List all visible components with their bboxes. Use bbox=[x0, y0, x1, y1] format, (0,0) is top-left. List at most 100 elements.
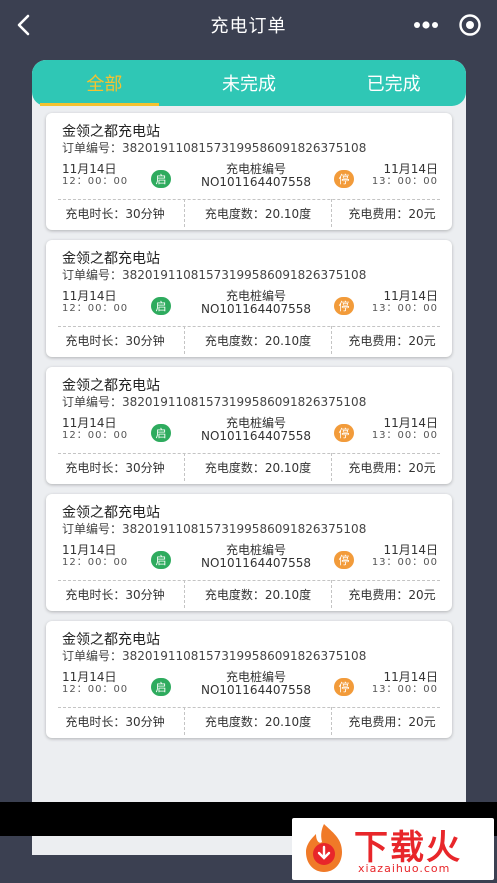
order-stats: 充电时长：30分钟 充电度数：20.10度 充电费用：20元 bbox=[46, 326, 452, 354]
tab-incomplete[interactable]: 未完成 bbox=[177, 60, 322, 106]
order-number: 订单编号：38201911081573199586091826375108 bbox=[62, 139, 366, 156]
end-date: 11月14日 bbox=[383, 289, 438, 303]
target-close-icon bbox=[459, 14, 481, 36]
nav-bar: 充电订单 bbox=[0, 0, 497, 50]
pile-number: NO101164407558 bbox=[200, 683, 312, 697]
charge-fee: 充电费用：20元 bbox=[348, 587, 436, 602]
end-clock: 13：00：00 bbox=[371, 684, 438, 695]
order-number-value: 38201911081573199586091826375108 bbox=[122, 522, 367, 536]
pile-number: NO101164407558 bbox=[200, 175, 312, 189]
start-time: 11月14日 12：00：00 bbox=[62, 290, 128, 315]
start-badge: 启 bbox=[151, 551, 171, 569]
charge-kwh: 充电度数：20.10度 bbox=[184, 707, 332, 735]
charging-pile: 充电桩编号 NO101164407558 bbox=[176, 671, 336, 697]
close-button[interactable] bbox=[453, 9, 487, 41]
start-clock: 12：00：00 bbox=[62, 684, 129, 695]
end-date: 11月14日 bbox=[383, 162, 438, 176]
pile-number: NO101164407558 bbox=[200, 556, 312, 570]
charge-kwh: 充电度数：20.10度 bbox=[184, 453, 332, 481]
start-clock: 12：00：00 bbox=[62, 430, 129, 441]
charge-duration: 充电时长：30分钟 bbox=[65, 333, 165, 348]
charge-duration: 充电时长：30分钟 bbox=[65, 206, 165, 221]
end-date: 11月14日 bbox=[383, 416, 438, 430]
end-time: 11月14日 13：00：00 bbox=[372, 163, 438, 188]
station-name: 金领之都充电站 bbox=[62, 378, 160, 394]
order-number-label: 订单编号： bbox=[62, 141, 123, 155]
start-badge: 启 bbox=[151, 424, 171, 442]
watermark-url: xiazaihuo.com bbox=[358, 862, 451, 875]
start-time: 11月14日 12：00：00 bbox=[62, 544, 128, 569]
charge-kwh: 充电度数：20.10度 bbox=[184, 199, 332, 227]
stop-badge: 停 bbox=[334, 678, 354, 696]
charging-pile: 充电桩编号 NO101164407558 bbox=[176, 290, 336, 316]
order-number-value: 38201911081573199586091826375108 bbox=[122, 268, 367, 282]
stop-badge: 停 bbox=[334, 551, 354, 569]
order-number-value: 38201911081573199586091826375108 bbox=[122, 395, 367, 409]
order-number: 订单编号：38201911081573199586091826375108 bbox=[62, 393, 366, 410]
start-date: 11月14日 bbox=[62, 416, 117, 430]
order-stats: 充电时长：30分钟 充电度数：20.10度 充电费用：20元 bbox=[46, 199, 452, 227]
order-number-label: 订单编号： bbox=[62, 522, 123, 536]
start-date: 11月14日 bbox=[62, 289, 117, 303]
charge-fee: 充电费用：20元 bbox=[348, 333, 436, 348]
charge-fee: 充电费用：20元 bbox=[348, 460, 436, 475]
order-stats: 充电时长：30分钟 充电度数：20.10度 充电费用：20元 bbox=[46, 707, 452, 735]
order-card[interactable]: 金领之都充电站 订单编号：382019110815731995860918263… bbox=[46, 494, 452, 611]
order-number-label: 订单编号： bbox=[62, 649, 123, 663]
mini-program-capsule bbox=[409, 9, 487, 41]
end-clock: 13：00：00 bbox=[371, 430, 438, 441]
start-badge: 启 bbox=[151, 678, 171, 696]
charging-pile: 充电桩编号 NO101164407558 bbox=[176, 163, 336, 189]
start-badge: 启 bbox=[151, 297, 171, 315]
stop-badge: 停 bbox=[334, 170, 354, 188]
station-name: 金领之都充电站 bbox=[62, 632, 160, 648]
station-name: 金领之都充电站 bbox=[62, 505, 160, 521]
order-tabs: 全部 未完成 已完成 bbox=[32, 60, 466, 106]
charge-kwh: 充电度数：20.10度 bbox=[184, 580, 332, 608]
start-time: 11月14日 12：00：00 bbox=[62, 417, 128, 442]
pile-number: NO101164407558 bbox=[200, 302, 312, 316]
order-number: 订单编号：38201911081573199586091826375108 bbox=[62, 647, 366, 664]
order-card[interactable]: 金领之都充电站 订单编号：382019110815731995860918263… bbox=[46, 113, 452, 230]
start-time: 11月14日 12：00：00 bbox=[62, 671, 128, 696]
watermark: 下载火 xiazaihuo.com bbox=[292, 818, 494, 880]
order-card[interactable]: 金领之都充电站 订单编号：382019110815731995860918263… bbox=[46, 240, 452, 357]
station-name: 金领之都充电站 bbox=[62, 124, 160, 140]
order-card[interactable]: 金领之都充电站 订单编号：382019110815731995860918263… bbox=[46, 621, 452, 738]
order-number: 订单编号：38201911081573199586091826375108 bbox=[62, 520, 366, 537]
start-badge: 启 bbox=[151, 170, 171, 188]
flame-download-icon bbox=[306, 824, 342, 872]
station-name: 金领之都充电站 bbox=[62, 251, 160, 267]
end-date: 11月14日 bbox=[383, 543, 438, 557]
end-time: 11月14日 13：00：00 bbox=[372, 290, 438, 315]
charge-fee: 充电费用：20元 bbox=[348, 714, 436, 729]
charging-pile: 充电桩编号 NO101164407558 bbox=[176, 544, 336, 570]
end-time: 11月14日 13：00：00 bbox=[372, 544, 438, 569]
order-stats: 充电时长：30分钟 充电度数：20.10度 充电费用：20元 bbox=[46, 453, 452, 481]
order-number-label: 订单编号： bbox=[62, 268, 123, 282]
pile-number: NO101164407558 bbox=[200, 429, 312, 443]
order-card[interactable]: 金领之都充电站 订单编号：382019110815731995860918263… bbox=[46, 367, 452, 484]
tab-all[interactable]: 全部 bbox=[32, 60, 177, 106]
end-clock: 13：00：00 bbox=[371, 176, 438, 187]
order-number-value: 38201911081573199586091826375108 bbox=[122, 649, 367, 663]
stop-badge: 停 bbox=[334, 297, 354, 315]
start-time: 11月14日 12：00：00 bbox=[62, 163, 128, 188]
start-clock: 12：00：00 bbox=[62, 303, 129, 314]
charge-kwh: 充电度数：20.10度 bbox=[184, 326, 332, 354]
order-number-value: 38201911081573199586091826375108 bbox=[122, 141, 367, 155]
end-time: 11月14日 13：00：00 bbox=[372, 417, 438, 442]
start-clock: 12：00：00 bbox=[62, 557, 129, 568]
charge-duration: 充电时长：30分钟 bbox=[65, 714, 165, 729]
more-button[interactable] bbox=[409, 9, 443, 41]
charge-duration: 充电时长：30分钟 bbox=[65, 460, 165, 475]
start-clock: 12：00：00 bbox=[62, 176, 129, 187]
end-clock: 13：00：00 bbox=[371, 557, 438, 568]
end-clock: 13：00：00 bbox=[371, 303, 438, 314]
start-date: 11月14日 bbox=[62, 670, 117, 684]
start-date: 11月14日 bbox=[62, 543, 117, 557]
more-dots-icon bbox=[414, 21, 438, 29]
end-time: 11月14日 13：00：00 bbox=[372, 671, 438, 696]
tab-completed[interactable]: 已完成 bbox=[321, 60, 466, 106]
order-stats: 充电时长：30分钟 充电度数：20.10度 充电费用：20元 bbox=[46, 580, 452, 608]
